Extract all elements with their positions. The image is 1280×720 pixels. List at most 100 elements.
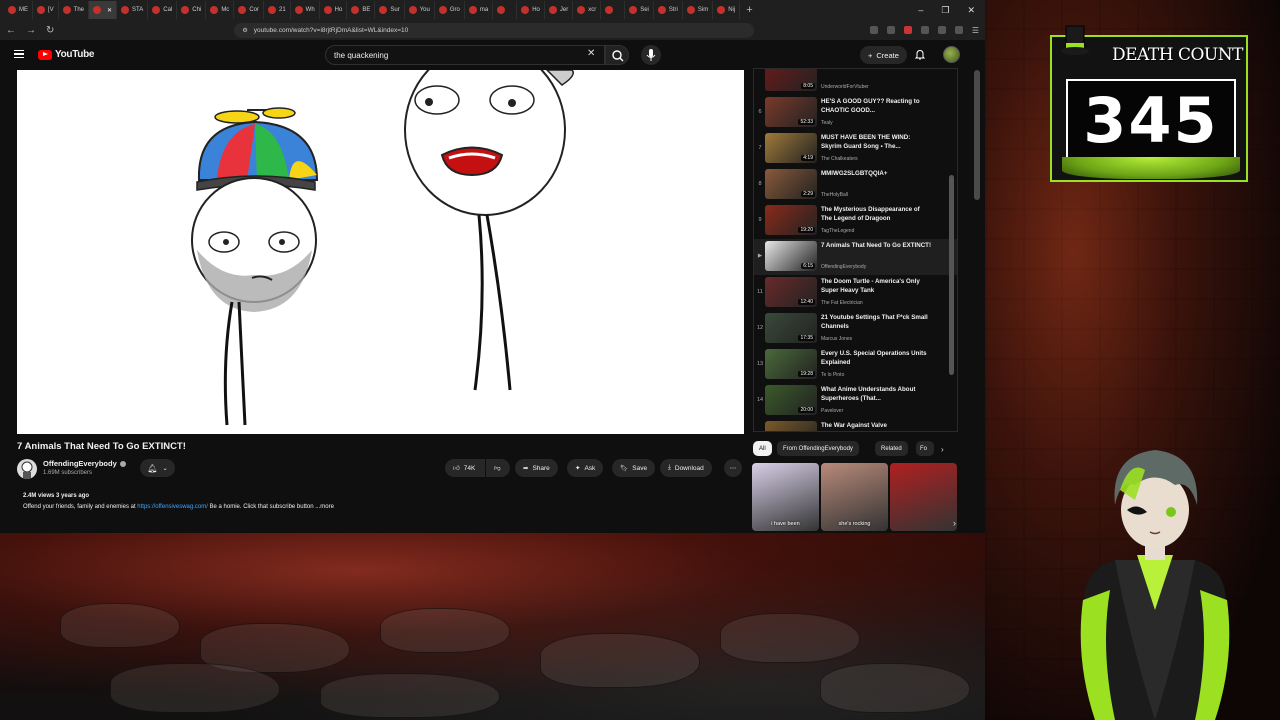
short-thumbnail[interactable]: i have been (752, 463, 819, 531)
browser-tab[interactable]: [V (33, 1, 59, 19)
extension-icon[interactable] (920, 25, 929, 34)
channel-avatar[interactable] (17, 459, 37, 479)
voice-search-button[interactable] (641, 45, 661, 65)
search-input[interactable]: the quackening (325, 45, 605, 65)
extension-icon[interactable] (954, 25, 963, 34)
playlist-item[interactable]: 12 17:35 21 Youtube Settings That F*ck Sma… (754, 311, 957, 347)
playlist-item[interactable]: 9 19:20 The Mysterious Disappearance of Th… (754, 203, 957, 239)
playlist-item-title[interactable]: The Mysterious Disappearance of The Lege… (821, 205, 931, 223)
browser-tab[interactable]: ✕ (89, 1, 118, 19)
playlist-thumbnail[interactable]: 4:19 (765, 133, 817, 163)
playlist-thumbnail[interactable]: 19:20 (765, 205, 817, 235)
forward-icon[interactable]: → (26, 25, 36, 36)
browser-tab[interactable]: Nij (713, 1, 741, 19)
browser-tab[interactable]: Sei (625, 1, 654, 19)
playlist-item-title[interactable]: MUST HAVE BEEN THE WIND: Skyrim Guard So… (821, 133, 931, 151)
playlist-thumbnail[interactable]: 2:29 (765, 169, 817, 199)
browser-tab[interactable]: Jer (545, 1, 574, 19)
chip-related[interactable]: Related (875, 441, 908, 456)
playlist-thumbnail[interactable]: 12:40 (765, 277, 817, 307)
playlist-thumbnail[interactable]: 17:35 (765, 313, 817, 343)
browser-tab[interactable]: ma (465, 1, 494, 19)
chip-for-you[interactable]: Fo (916, 441, 934, 456)
account-avatar[interactable] (943, 46, 960, 63)
browser-tab[interactable]: Cor (234, 1, 264, 19)
playlist-scrollbar[interactable] (949, 175, 954, 375)
guide-menu-icon[interactable] (14, 50, 24, 58)
browser-tab[interactable]: Stri (654, 1, 683, 19)
playlist-item-title[interactable]: What Anime Understands About Superheroes… (821, 385, 931, 403)
reload-icon[interactable]: ↻ (46, 25, 54, 36)
browser-tab[interactable]: STA (117, 1, 149, 19)
search-button[interactable] (605, 45, 629, 65)
extension-icon[interactable] (903, 25, 912, 34)
subscribed-notifications-button[interactable]: 🔔︎ ⌄ (140, 459, 175, 477)
browser-tab[interactable]: Cal (148, 1, 178, 19)
youtube-logo[interactable]: YouTube (38, 49, 95, 60)
browser-tab[interactable]: Chi (177, 1, 207, 19)
playlist-item[interactable]: ▶ 6:15 7 Animals That Need To Go EXTINCT! O… (754, 239, 957, 275)
browser-tab[interactable]: BE (347, 1, 376, 19)
shorts-next-icon[interactable]: › (953, 518, 956, 528)
extension-icon[interactable] (869, 25, 878, 34)
playlist-item-title[interactable]: The War Against Valve (821, 421, 931, 430)
playlist-item[interactable]: 6 52:33 HE'S A GOOD GUY?? Reacting to CHAO… (754, 95, 957, 131)
playlist-item-title[interactable]: Anthem (Official Music Video... (821, 69, 931, 70)
playlist-item[interactable]: 8 2:29 MMIWG2SLGBTQQIA+ TheHolyBall (754, 167, 957, 203)
more-actions-button[interactable]: ⋯ (724, 459, 742, 477)
playlist-thumbnail[interactable]: 20:00 (765, 385, 817, 415)
notifications-bell-icon[interactable] (915, 49, 925, 60)
new-tab-icon[interactable]: + (746, 4, 752, 16)
download-button[interactable]: ⤓ Download (660, 459, 712, 477)
playlist-item-title[interactable]: MMIWG2SLGBTQQIA+ (821, 169, 931, 178)
browser-tab[interactable]: xcr (573, 1, 602, 19)
browser-tab[interactable]: Mc (206, 1, 235, 19)
share-button[interactable]: ➦ Share (515, 459, 558, 477)
browser-tab[interactable] (493, 1, 518, 19)
browser-tab[interactable]: Ho (320, 1, 348, 19)
browser-menu-icon[interactable]: ☰ (972, 26, 979, 35)
browser-tab[interactable]: Ho (517, 1, 545, 19)
video-player[interactable] (17, 70, 744, 434)
playlist-item-title[interactable]: Every U.S. Special Operations Units Expl… (821, 349, 931, 367)
dislike-button[interactable]: 👎︎ (486, 459, 510, 477)
playlist-thumbnail[interactable] (765, 421, 817, 431)
site-info-icon[interactable]: ⚙ (242, 27, 247, 34)
page-scrollbar[interactable] (974, 70, 980, 200)
playlist-thumbnail[interactable]: 52:33 (765, 97, 817, 127)
chip-all[interactable]: All (753, 441, 772, 456)
playlist-thumbnail[interactable]: 6:15 (765, 241, 817, 271)
browser-tab[interactable]: The (59, 1, 90, 19)
clear-search-icon[interactable]: ✕ (587, 48, 595, 59)
playlist-item[interactable]: 13 19:28 Every U.S. Special Operations Uni… (754, 347, 957, 383)
playlist-item-title[interactable]: The Doom Turtle - America's Only Super H… (821, 277, 931, 295)
browser-tab[interactable] (601, 1, 626, 19)
extension-icon[interactable] (937, 25, 946, 34)
playlist-item[interactable]: 14 20:00 What Anime Understands About Supe… (754, 383, 957, 419)
playlist-thumbnail[interactable]: 19:28 (765, 349, 817, 379)
minimize-icon[interactable]: – (918, 5, 923, 16)
url-field[interactable]: ⚙ youtube.com/watch?v=i8rjtRjDmA&list=WL… (234, 22, 755, 38)
playlist-item-title[interactable]: 21 Youtube Settings That F*ck Small Chan… (821, 313, 931, 331)
playlist-item[interactable]: The War Against Valve (754, 419, 957, 431)
channel-name-row[interactable]: OffendingEverybody (43, 459, 126, 468)
browser-tab[interactable]: 21 (264, 1, 291, 19)
back-icon[interactable]: ← (6, 25, 16, 36)
browser-tab[interactable]: Sim (683, 1, 714, 19)
chip-from-channel[interactable]: From OffendingEverybody (777, 441, 859, 456)
close-window-icon[interactable]: ✕ (967, 5, 975, 16)
playlist-item-title[interactable]: HE'S A GOOD GUY?? Reacting to CHAOTIC GO… (821, 97, 931, 115)
playlist-thumbnail[interactable]: 8:05 (765, 69, 817, 91)
extension-icon[interactable] (886, 25, 895, 34)
close-tab-icon[interactable]: ✕ (107, 7, 112, 14)
playlist-item[interactable]: 11 12:40 The Doom Turtle - America's Only … (754, 275, 957, 311)
playlist-item[interactable]: 8:05 Anthem (Official Music Video... Under… (754, 69, 957, 95)
playlist-item-title[interactable]: 7 Animals That Need To Go EXTINCT! (821, 241, 931, 250)
playlist-item[interactable]: 7 4:19 MUST HAVE BEEN THE WIND: Skyrim Gua… (754, 131, 957, 167)
maximize-icon[interactable]: ❐ (941, 5, 949, 16)
browser-tab[interactable]: Sur (375, 1, 405, 19)
chevron-right-icon[interactable]: › (941, 445, 944, 454)
save-button[interactable]: 🔖︎ Save (612, 459, 656, 477)
browser-tab[interactable]: Wh (291, 1, 320, 19)
browser-tab[interactable]: ME (4, 1, 33, 19)
